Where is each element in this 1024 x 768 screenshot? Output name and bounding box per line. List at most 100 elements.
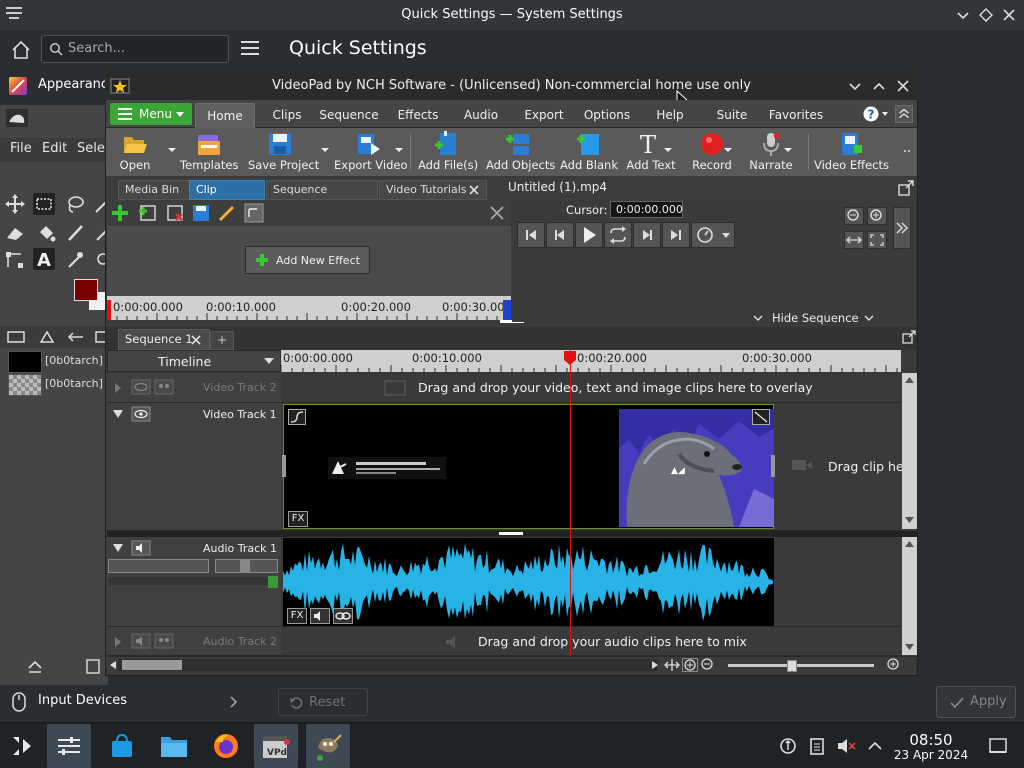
timeline-zoom-in-icon[interactable] <box>886 658 902 672</box>
maximize-icon[interactable] <box>977 6 995 24</box>
video-track-1-header[interactable]: Video Track 1 <box>107 403 281 531</box>
skip-to-start-button[interactable] <box>517 222 545 248</box>
clip-trim-handle-left[interactable] <box>282 455 286 477</box>
audio-track-2-area[interactable]: Drag and drop your audio clips here to m… <box>281 627 901 656</box>
timeline-playhead[interactable] <box>570 350 571 656</box>
new-layer-icon[interactable] <box>84 657 102 675</box>
video-track-1-area[interactable]: ▲◢ FX Drag clip her <box>281 403 909 531</box>
show-desktop-icon[interactable] <box>988 737 1008 755</box>
save-effects-icon[interactable] <box>190 203 212 223</box>
add-text-dropdown-icon[interactable] <box>664 146 672 154</box>
speaker-icon[interactable] <box>131 540 151 556</box>
zoom-in-preview-button[interactable] <box>867 207 887 225</box>
scroll-down-icon[interactable] <box>904 516 915 525</box>
audio-tracks-scrollbar[interactable] <box>902 537 917 655</box>
clock-date[interactable]: 23 Apr 2024 <box>890 748 972 762</box>
tab-sequence-1[interactable]: Sequence 1 <box>118 329 210 350</box>
layer-row[interactable]: [0b0tarch] ( <box>8 374 111 396</box>
eye-icon[interactable] <box>131 406 151 422</box>
export-video-button[interactable]: Export Video <box>334 130 408 174</box>
tab-audio[interactable]: Audio <box>458 103 504 128</box>
scrollbar-thumb[interactable] <box>122 660 182 670</box>
link-icon[interactable] <box>333 608 353 624</box>
group-tracks-icon[interactable] <box>154 633 174 649</box>
timeline-zoom-slider[interactable] <box>728 664 874 667</box>
splitter-handle[interactable] <box>499 532 523 535</box>
speaker-icon[interactable] <box>131 633 151 649</box>
zoom-slider-knob[interactable] <box>787 660 797 672</box>
undo-history-icon[interactable] <box>67 329 87 345</box>
gimp-menu-edit[interactable]: Edit <box>42 141 67 156</box>
clip-trim-handle-right[interactable] <box>771 455 775 477</box>
export-dropdown-icon[interactable] <box>395 146 403 154</box>
tab-suite[interactable]: Suite <box>712 103 752 128</box>
fit-timeline-icon[interactable] <box>664 658 680 672</box>
close-icon[interactable] <box>1000 6 1018 24</box>
move-tool-icon[interactable] <box>4 193 26 215</box>
group-tracks-icon[interactable] <box>154 379 174 395</box>
close-tab-icon[interactable] <box>469 185 479 195</box>
vp-maximize-icon[interactable] <box>872 79 886 93</box>
clock-time[interactable]: 08:50 <box>895 731 967 749</box>
bucket-fill-icon[interactable] <box>35 222 57 244</box>
tab-favorites[interactable]: Favorites <box>767 103 825 128</box>
volume-muted-icon[interactable] <box>836 736 856 756</box>
scroll-down-icon[interactable] <box>904 643 915 652</box>
task-discover[interactable] <box>100 724 144 768</box>
color-picker-icon[interactable] <box>64 249 86 271</box>
effect-settings-icon[interactable] <box>243 203 265 223</box>
tab-clip-preview[interactable]: Clip Preview <box>189 180 265 214</box>
eye-icon[interactable] <box>131 379 151 395</box>
close-effects-icon[interactable] <box>489 205 505 221</box>
undock-icon[interactable] <box>898 180 914 196</box>
task-system-settings[interactable] <box>47 724 91 768</box>
task-gimp[interactable] <box>306 724 350 768</box>
add-sequence-button[interactable]: + <box>210 331 234 350</box>
search-input[interactable]: Search... <box>41 35 229 63</box>
add-new-effect-button[interactable]: Add New Effect <box>245 246 370 274</box>
rect-select-tool-icon[interactable] <box>33 193 55 215</box>
video-track-2-header[interactable]: Video Track 2 <box>107 373 281 403</box>
tab-media-bin[interactable]: Media Bin <box>118 180 190 200</box>
record-dropdown-icon[interactable] <box>724 146 732 154</box>
collapse-track-icon[interactable] <box>112 543 124 553</box>
timeline-zoom-out-icon[interactable] <box>700 658 716 672</box>
pan-knob[interactable] <box>240 560 250 572</box>
scroll-left-icon[interactable] <box>109 660 117 670</box>
hamburger-menu-icon[interactable] <box>240 39 260 57</box>
tab-sequence-preview[interactable]: Sequence Preview <box>266 180 378 214</box>
add-blank-button[interactable]: Add Blank <box>560 130 618 174</box>
add-files-button[interactable]: Add File(s) <box>418 130 478 174</box>
app-launcher-icon[interactable] <box>9 733 35 759</box>
network-icon[interactable] <box>778 736 798 756</box>
scroll-up-icon[interactable] <box>904 375 915 384</box>
video-fx-button[interactable]: FX <box>288 511 308 527</box>
expand-track-icon[interactable] <box>114 636 122 648</box>
text-tool-icon[interactable]: A <box>33 248 55 270</box>
vp-close-icon[interactable] <box>896 79 910 93</box>
collapse-ribbon-icon[interactable] <box>895 105 913 123</box>
video-clip[interactable]: ▲◢ FX <box>282 404 775 529</box>
apply-button[interactable]: Apply <box>936 686 1016 718</box>
scroll-up-icon[interactable] <box>904 539 915 548</box>
fade-out-icon[interactable] <box>752 409 770 425</box>
fullscreen-preview-button[interactable] <box>867 231 887 249</box>
audio-track-1-header[interactable]: Audio Track 1 <box>107 537 281 627</box>
video-track-2-area[interactable]: Drag and drop your video, text and image… <box>281 373 901 403</box>
step-back-button[interactable] <box>546 222 574 248</box>
tab-clips[interactable]: Clips <box>264 103 310 128</box>
task-file-manager[interactable] <box>152 724 196 768</box>
fit-width-button[interactable] <box>844 231 864 249</box>
tab-sequence[interactable]: Sequence <box>319 103 379 128</box>
help-icon[interactable]: ? <box>863 105 889 123</box>
playback-speed-button[interactable] <box>691 222 735 248</box>
loop-button[interactable] <box>604 222 632 248</box>
audio-track-1-area[interactable]: FX <box>281 537 901 627</box>
cursor-time-field[interactable]: 0:00:00.000 <box>610 201 683 218</box>
layer-row[interactable]: [0b0tarch] <box>8 351 108 373</box>
task-videopad[interactable]: VPd <box>254 724 298 768</box>
raise-layer-icon[interactable] <box>26 658 44 674</box>
hide-sequence-button[interactable]: Hide Sequence <box>745 310 875 328</box>
clip-volume-icon[interactable] <box>310 608 330 624</box>
add-effect-icon[interactable] <box>109 203 131 223</box>
